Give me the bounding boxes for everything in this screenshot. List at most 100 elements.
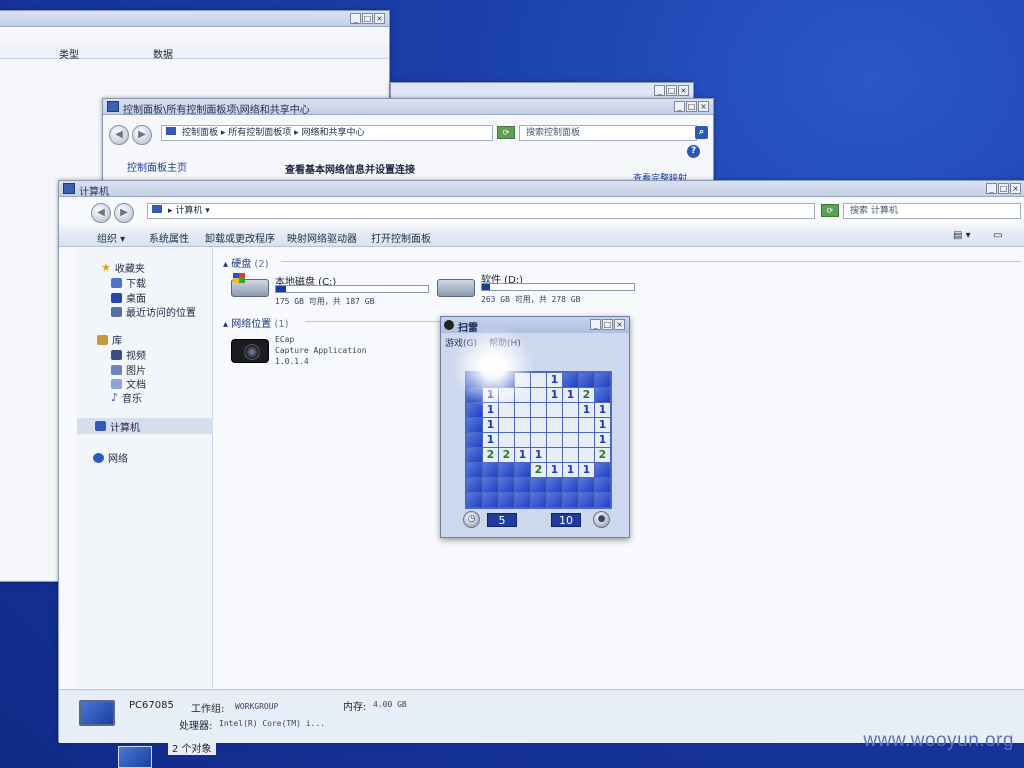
mine-cell-number[interactable]: 2 (531, 463, 546, 477)
network-window-titlebar[interactable]: 控制面板\所有控制面板项\网络和共享中心 _ □ × (103, 99, 713, 116)
mine-cell-empty[interactable] (563, 448, 578, 462)
mine-cell-hidden[interactable] (467, 478, 482, 492)
nav-computer[interactable]: 计算机 (77, 418, 213, 434)
mine-cell-empty[interactable] (499, 388, 514, 402)
mine-cell-hidden[interactable] (515, 463, 530, 477)
mine-cell-number[interactable]: 1 (483, 418, 498, 432)
maximize-button[interactable]: □ (686, 101, 697, 112)
minimize-button[interactable]: _ (590, 319, 601, 330)
mine-cell-empty[interactable] (547, 433, 562, 447)
mine-cell-hidden[interactable] (467, 403, 482, 417)
mine-cell-hidden[interactable] (499, 478, 514, 492)
mine-cell-hidden[interactable] (579, 478, 594, 492)
mine-cell-hidden[interactable] (563, 373, 578, 387)
address-bar[interactable]: ▸ 计算机 ▾ (147, 203, 815, 219)
mine-cell-number[interactable]: 1 (595, 418, 610, 432)
mine-cell-hidden[interactable] (483, 463, 498, 477)
close-button[interactable]: × (678, 85, 689, 96)
mine-cell-empty[interactable] (515, 388, 530, 402)
mine-cell-number[interactable]: 1 (563, 388, 578, 402)
mine-cell-number[interactable]: 2 (483, 448, 498, 462)
back-button[interactable]: ◀ (91, 203, 111, 223)
network-locations-header[interactable]: ▴ 网络位置 (1) (223, 315, 289, 330)
search-icon[interactable]: ⌕ (695, 126, 708, 139)
nav-pictures[interactable]: 图片 (111, 362, 146, 377)
mine-cell-empty[interactable] (547, 418, 562, 432)
maximize-button[interactable]: □ (362, 13, 373, 24)
mine-cell-empty[interactable] (499, 433, 514, 447)
maximize-button[interactable]: □ (998, 183, 1009, 194)
system-properties-button[interactable]: 系统属性 (149, 230, 189, 245)
mine-cell-hidden[interactable] (531, 493, 546, 507)
maximize-button[interactable]: □ (666, 85, 677, 96)
mine-cell-hidden[interactable] (499, 373, 514, 387)
mine-cell-empty[interactable] (547, 403, 562, 417)
breadcrumb-part[interactable]: 所有控制面板项 (228, 128, 291, 138)
close-button[interactable]: × (1010, 183, 1021, 194)
mine-cell-number[interactable]: 2 (595, 448, 610, 462)
mine-cell-empty[interactable] (515, 433, 530, 447)
nav-desktop[interactable]: 桌面 (111, 290, 146, 305)
uninstall-program-button[interactable]: 卸载或更改程序 (205, 230, 275, 245)
menu-help[interactable]: 帮助(H) (489, 336, 521, 349)
drive-c[interactable]: 本地磁盘 (C:) 175 GB 可用，共 187 GB (229, 271, 439, 311)
mine-cell-hidden[interactable] (515, 493, 530, 507)
menu-game[interactable]: 游戏(G) (445, 336, 477, 349)
minimize-button[interactable]: _ (654, 85, 665, 96)
mine-cell-empty[interactable] (531, 418, 546, 432)
mine-cell-hidden[interactable] (483, 478, 498, 492)
mine-cell-number[interactable]: 1 (547, 388, 562, 402)
mine-cell-hidden[interactable] (595, 493, 610, 507)
mine-cell-hidden[interactable] (579, 373, 594, 387)
map-network-drive-button[interactable]: 映射网络驱动器 (287, 230, 357, 245)
mine-cell-hidden[interactable] (563, 493, 578, 507)
forward-button[interactable]: ▶ (132, 125, 152, 145)
maximize-button[interactable]: □ (602, 319, 613, 330)
mine-cell-empty[interactable] (563, 403, 578, 417)
mine-cell-hidden[interactable] (531, 478, 546, 492)
mine-cell-hidden[interactable] (467, 388, 482, 402)
drive-d[interactable]: 软件 (D:) 263 GB 可用，共 278 GB (435, 271, 645, 311)
search-input[interactable]: 搜索 计算机 (843, 203, 1021, 219)
nav-recent-places[interactable]: 最近访问的位置 (111, 304, 196, 319)
mine-cell-hidden[interactable] (515, 478, 530, 492)
mine-cell-hidden[interactable] (499, 493, 514, 507)
column-header-type[interactable]: 类型 (59, 46, 79, 61)
mine-cell-number[interactable]: 1 (483, 403, 498, 417)
mine-cell-empty[interactable] (579, 433, 594, 447)
mine-cell-hidden[interactable] (483, 373, 498, 387)
mine-cell-number[interactable]: 1 (483, 433, 498, 447)
mine-cell-empty[interactable] (499, 418, 514, 432)
mine-cell-hidden[interactable] (467, 448, 482, 462)
mine-cell-number[interactable]: 1 (547, 463, 562, 477)
mine-cell-hidden[interactable] (499, 463, 514, 477)
mine-cell-number[interactable]: 1 (579, 463, 594, 477)
refresh-button[interactable]: ⟳ (497, 126, 515, 139)
organize-button[interactable]: 组织 ▾ (97, 230, 125, 245)
mine-cell-number[interactable]: 2 (579, 388, 594, 402)
mine-cell-empty[interactable] (563, 418, 578, 432)
mine-cell-empty[interactable] (547, 448, 562, 462)
view-options-icon[interactable]: ▤ ▾ (953, 230, 971, 241)
mine-cell-empty[interactable] (531, 433, 546, 447)
mine-cell-number[interactable]: 1 (483, 388, 498, 402)
minesweeper-titlebar[interactable]: 扫雷 _ □ × (441, 317, 629, 334)
open-control-panel-button[interactable]: 打开控制面板 (371, 230, 431, 245)
mine-cell-empty[interactable] (515, 373, 530, 387)
search-input[interactable]: 搜索控制面板 (519, 125, 697, 141)
mine-cell-hidden[interactable] (547, 478, 562, 492)
mine-cell-hidden[interactable] (467, 373, 482, 387)
nav-network[interactable]: 网络 (93, 450, 128, 465)
mine-cell-number[interactable]: 1 (515, 448, 530, 462)
control-panel-home-link[interactable]: 控制面板主页 (127, 159, 187, 174)
nav-documents[interactable]: 文档 (111, 376, 146, 391)
help-icon[interactable]: ? (687, 145, 700, 158)
address-bar[interactable]: 控制面板 ▸ 所有控制面板项 ▸ 网络和共享中心 (161, 125, 493, 141)
mine-cell-empty[interactable] (499, 403, 514, 417)
mine-cell-hidden[interactable] (595, 373, 610, 387)
mine-cell-number[interactable]: 2 (499, 448, 514, 462)
mine-cell-number[interactable]: 1 (579, 403, 594, 417)
mine-cell-hidden[interactable] (547, 493, 562, 507)
mine-cell-number[interactable]: 1 (531, 448, 546, 462)
nav-music[interactable]: ♪ 音乐 (111, 390, 142, 405)
